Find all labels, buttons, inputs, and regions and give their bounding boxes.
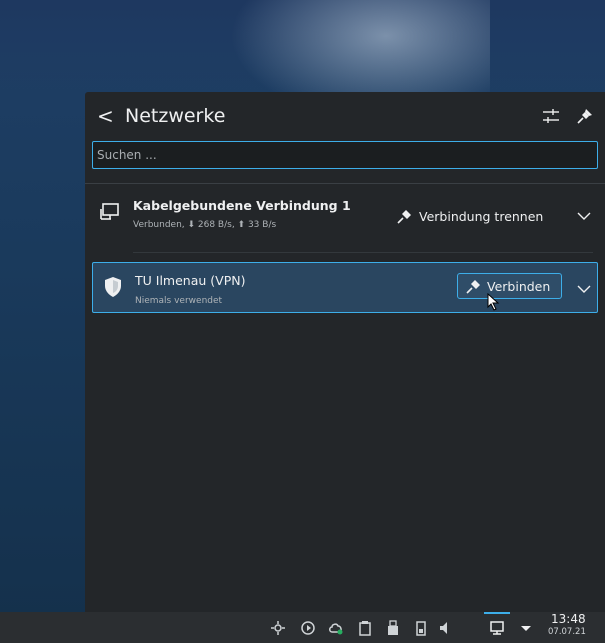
disconnect-label: Verbindung trennen xyxy=(419,208,544,224)
panel-title: Netzwerke xyxy=(125,105,226,127)
configure-network-icon[interactable] xyxy=(541,106,561,126)
clock-time[interactable]: 13:48 xyxy=(551,612,586,626)
divider xyxy=(85,183,605,184)
chevron-down-icon[interactable] xyxy=(577,281,591,295)
item-separator xyxy=(133,252,593,253)
back-button[interactable]: < xyxy=(97,104,114,128)
chevron-down-icon[interactable] xyxy=(577,208,591,222)
mouse-cursor-icon xyxy=(487,292,501,315)
network-panel: < Netzwerke Kabelgebundene Verbindung 1 … xyxy=(85,92,605,612)
pin-icon[interactable] xyxy=(575,106,595,126)
network-icon[interactable] xyxy=(489,620,505,636)
cloud-sync-icon[interactable] xyxy=(328,620,344,636)
usb-device-icon[interactable] xyxy=(385,620,401,636)
connect-button[interactable]: Verbinden xyxy=(457,273,562,299)
disconnect-plug-icon xyxy=(397,210,411,224)
taskbar xyxy=(0,612,605,643)
panel-header: < Netzwerke xyxy=(85,92,605,140)
battery-icon[interactable] xyxy=(413,620,429,636)
clipboard-icon[interactable] xyxy=(357,620,373,636)
active-indicator xyxy=(484,612,510,614)
media-play-icon[interactable] xyxy=(300,620,316,636)
connect-label: Verbinden xyxy=(487,278,551,294)
connection-status: Niemals verwendet xyxy=(135,296,223,306)
connection-name: Kabelgebundene Verbindung 1 xyxy=(133,198,351,213)
volume-icon[interactable] xyxy=(437,620,453,636)
connection-item-wired[interactable]: Kabelgebundene Verbindung 1 Verbunden, ⬇… xyxy=(85,190,605,246)
vpn-shield-icon xyxy=(103,276,123,302)
settings-icon[interactable] xyxy=(270,620,286,636)
search-field[interactable] xyxy=(92,141,598,169)
disconnect-button[interactable]: Verbindung trennen xyxy=(397,204,543,228)
clock-date: 07.07.21 xyxy=(548,627,586,637)
tray-expand-icon[interactable] xyxy=(518,620,534,636)
connection-status: Verbunden, ⬇ 268 B/s, ⬆ 33 B/s xyxy=(133,220,277,230)
connection-item-vpn[interactable]: TU Ilmenau (VPN) Niemals verwendet Verbi… xyxy=(92,262,598,313)
connect-plug-icon xyxy=(466,280,480,294)
connection-name: TU Ilmenau (VPN) xyxy=(135,273,246,288)
wired-network-icon xyxy=(99,200,121,228)
search-input[interactable] xyxy=(97,142,587,168)
